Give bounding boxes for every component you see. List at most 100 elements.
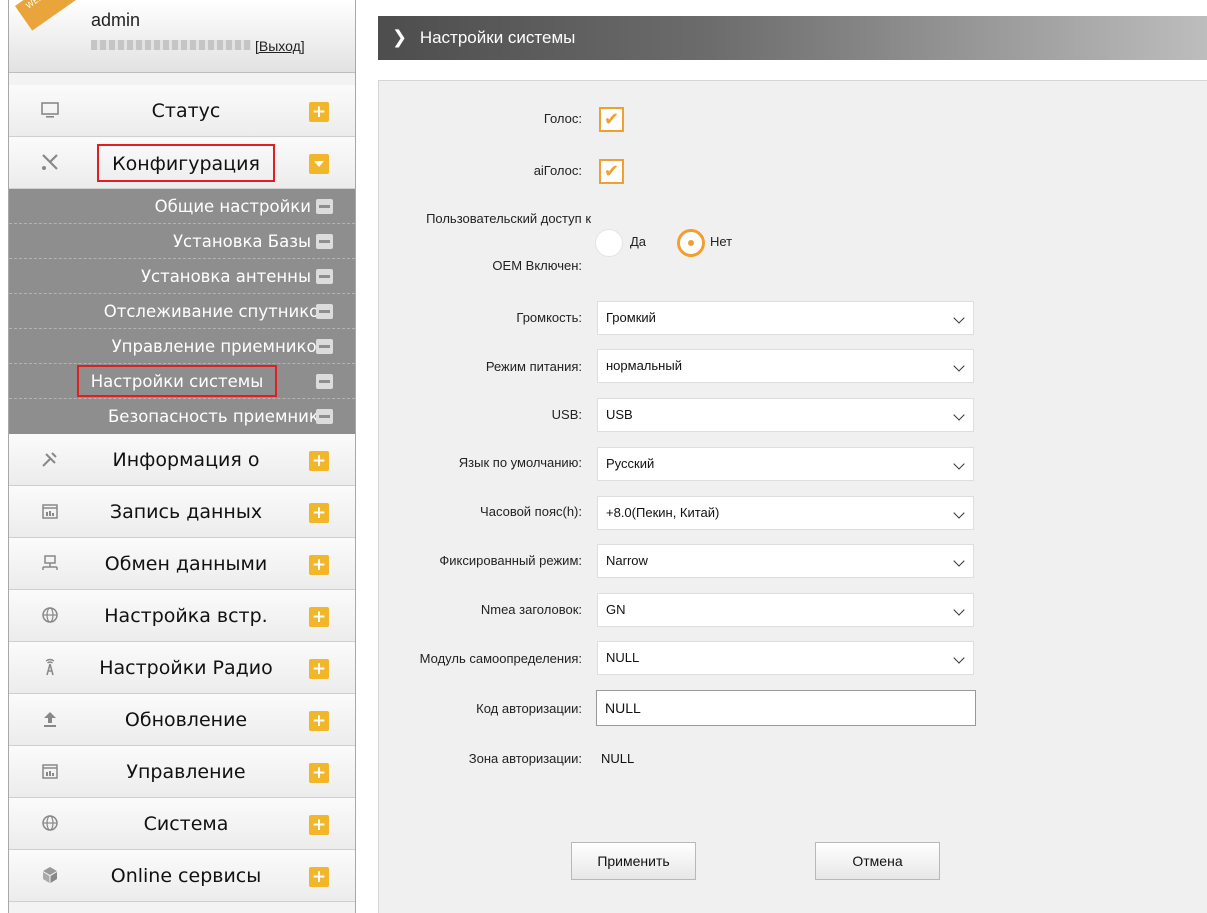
sidebar-item-label: Запись данных: [109, 501, 263, 523]
power-mode-label: Режим питания:: [485, 359, 582, 374]
power-mode-select[interactable]: нормальный: [597, 349, 974, 383]
language-label: Язык по умолчанию:: [458, 455, 582, 470]
nmea-header-label: Nmea заголовок:: [480, 602, 582, 617]
sidebar-item-label: Online сервисы: [110, 865, 262, 887]
globe-icon: [39, 605, 61, 627]
expand-plus-icon[interactable]: +: [309, 867, 329, 887]
sidebar-item-online-services[interactable]: Online сервисы +: [9, 850, 355, 902]
sidebar-item-configuration[interactable]: Конфигурация: [9, 137, 355, 189]
submenu-item-antenna-setup[interactable]: Установка антенны: [9, 259, 355, 294]
submenu-item-satellite-tracking[interactable]: Отслеживание спутников: [9, 294, 355, 329]
sidebar-item-label: Статус: [151, 100, 221, 122]
self-detect-label: Модуль самоопределения:: [419, 651, 582, 666]
sidebar: WELCOME admin [Выход] Статус + Конфигура…: [8, 0, 356, 913]
language-select[interactable]: Русский: [597, 447, 974, 481]
usb-select[interactable]: USB: [597, 398, 974, 432]
sidebar-item-label: Система: [143, 813, 229, 835]
auth-code-input[interactable]: NULL: [596, 690, 976, 726]
sidebar-item-update[interactable]: Обновление +: [9, 694, 355, 746]
chevron-down-icon: [953, 652, 965, 664]
submenu-item-label: Общие настройки: [154, 197, 311, 216]
expand-plus-icon[interactable]: +: [309, 555, 329, 575]
nmea-header-select[interactable]: GN: [597, 593, 974, 627]
fixed-mode-value: Narrow: [606, 553, 648, 568]
minus-icon: [316, 409, 333, 424]
minus-icon: [316, 304, 333, 319]
language-value: Русский: [606, 456, 655, 471]
sidebar-item-management[interactable]: Управление +: [9, 746, 355, 798]
minus-icon: [316, 199, 333, 214]
submenu-item-label: Установка антенны: [140, 267, 311, 286]
submenu-item-general[interactable]: Общие настройки: [9, 189, 355, 224]
configuration-submenu: Общие настройки Установка Базы Установка…: [9, 189, 355, 434]
globe-icon: [39, 813, 61, 835]
voice-checkbox[interactable]: ✔: [599, 107, 624, 132]
submenu-item-receiver-security[interactable]: Безопасность приемника: [9, 399, 355, 434]
submenu-item-base-setup[interactable]: Установка Базы: [9, 224, 355, 259]
calendar-icon: [39, 761, 61, 783]
apply-button[interactable]: Применить: [571, 842, 696, 880]
sidebar-item-system[interactable]: Система +: [9, 798, 355, 850]
settings-form: Голос: ✔ aiГолос: ✔ Пользовательский дос…: [378, 80, 1207, 913]
device-serial-redacted: [91, 40, 251, 50]
oem-access-label: Пользовательский доступ к: [426, 211, 591, 226]
oem-yes-radio[interactable]: [595, 229, 623, 257]
submenu-item-receiver-control[interactable]: Управление приемником: [9, 329, 355, 364]
radio-tower-icon: [39, 657, 61, 679]
submenu-item-label: Настройки системы: [77, 365, 277, 397]
chevron-down-icon: [953, 360, 965, 372]
expand-plus-icon[interactable]: +: [309, 503, 329, 523]
welcome-ribbon: WELCOME: [15, 0, 82, 31]
auth-zone-label: Зона авторизации:: [468, 751, 582, 766]
chevron-down-icon: [953, 312, 965, 324]
power-mode-value: нормальный: [606, 358, 682, 373]
sidebar-item-label: Настройки Радио: [99, 657, 273, 679]
logout-link[interactable]: [Выход]: [255, 38, 305, 54]
sidebar-nav: Статус + Конфигурация Общие настройки Ус…: [9, 85, 355, 902]
minus-icon: [316, 374, 333, 389]
expand-plus-icon[interactable]: +: [309, 607, 329, 627]
expand-plus-icon[interactable]: +: [309, 102, 329, 122]
sidebar-item-embedded-setup[interactable]: Настройка встр. +: [9, 590, 355, 642]
expand-plus-icon[interactable]: +: [309, 659, 329, 679]
sidebar-item-information[interactable]: Информация о +: [9, 434, 355, 486]
expand-plus-icon[interactable]: +: [309, 451, 329, 471]
sidebar-item-radio-settings[interactable]: Настройки Радио +: [9, 642, 355, 694]
expand-plus-icon[interactable]: +: [309, 711, 329, 731]
chevron-down-icon: [953, 507, 965, 519]
fixed-mode-select[interactable]: Narrow: [597, 544, 974, 578]
minus-icon: [316, 339, 333, 354]
oem-enabled-label: OEM Включен:: [492, 258, 582, 273]
sidebar-item-label: Обновление: [124, 709, 248, 731]
page-header: ❯ Настройки системы: [378, 16, 1207, 60]
sidebar-item-label: Управление: [126, 761, 246, 783]
fixed-mode-label: Фиксированный режим:: [439, 553, 582, 568]
oem-no-label: Нет: [710, 234, 733, 249]
self-detect-select[interactable]: NULL: [597, 641, 974, 675]
volume-select[interactable]: Громкий: [597, 301, 974, 335]
oem-no-radio[interactable]: [677, 229, 705, 257]
chevron-down-icon: [953, 555, 965, 567]
timezone-select[interactable]: +8.0(Пекин, Китай): [597, 496, 974, 530]
sidebar-item-label: Информация о: [112, 449, 260, 471]
user-name: admin: [91, 10, 141, 30]
submenu-item-system-settings[interactable]: Настройки системы: [9, 364, 355, 399]
calendar-icon: [39, 501, 61, 523]
network-icon: [39, 553, 61, 575]
cube-icon: [39, 865, 61, 887]
volume-label: Громкость:: [516, 310, 582, 325]
collapse-arrow-icon[interactable]: [309, 154, 329, 174]
sidebar-item-status[interactable]: Статус +: [9, 85, 355, 137]
page-title: Настройки системы: [419, 28, 576, 47]
minus-icon: [316, 269, 333, 284]
chevron-down-icon: [953, 458, 965, 470]
cancel-button[interactable]: Отмена: [815, 842, 940, 880]
expand-plus-icon[interactable]: +: [309, 763, 329, 783]
chevron-right-icon: ❯: [392, 27, 408, 48]
usb-value: USB: [606, 407, 633, 422]
sidebar-item-data-recording[interactable]: Запись данных +: [9, 486, 355, 538]
expand-plus-icon[interactable]: +: [309, 815, 329, 835]
ai-voice-checkbox[interactable]: ✔: [599, 159, 624, 184]
submenu-item-label: Безопасность приемника: [107, 407, 329, 426]
sidebar-item-data-exchange[interactable]: Обмен данными +: [9, 538, 355, 590]
